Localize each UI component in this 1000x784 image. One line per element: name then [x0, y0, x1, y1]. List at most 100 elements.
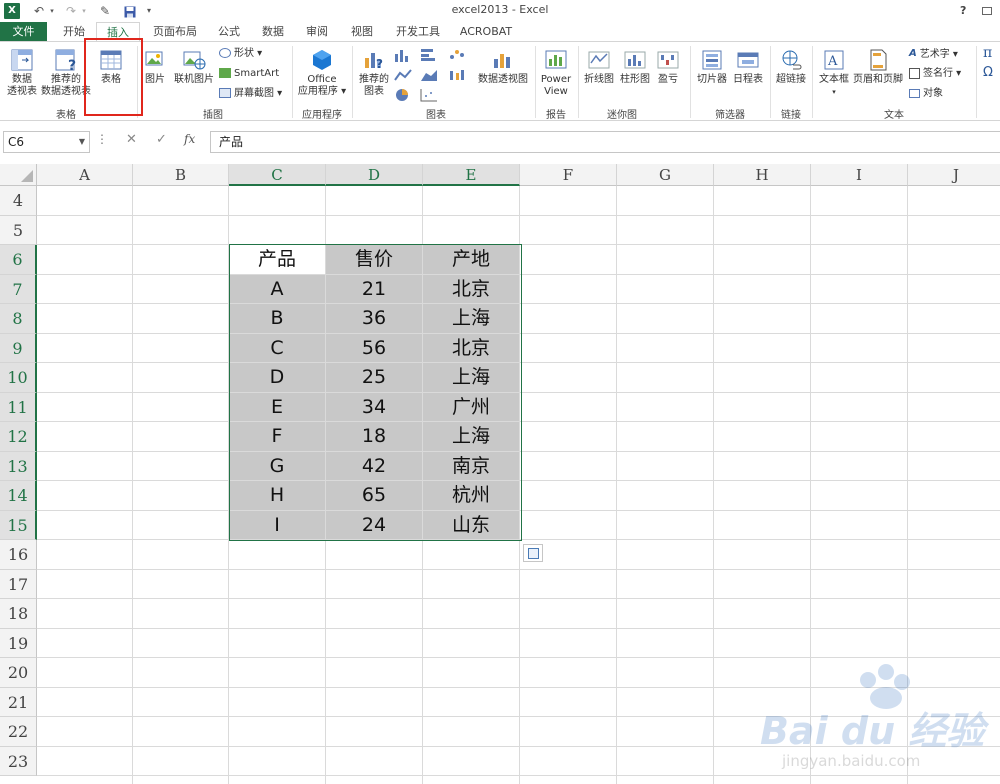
insert-function-icon[interactable]: fx: [184, 132, 195, 146]
row-header-12[interactable]: 12: [0, 422, 37, 452]
cell-e7[interactable]: 北京: [423, 274, 519, 303]
cell-e8[interactable]: 上海: [423, 304, 519, 333]
column-chart-button[interactable]: [394, 48, 412, 66]
row-header-22[interactable]: 22: [0, 717, 37, 747]
area-chart-button[interactable]: [420, 68, 438, 86]
select-all-button[interactable]: [0, 164, 37, 186]
cell-c10[interactable]: D: [229, 363, 325, 392]
stock-chart-button[interactable]: [448, 68, 466, 86]
name-box-dropdown-icon[interactable]: ▼: [79, 132, 85, 152]
cell-d15[interactable]: 24: [326, 510, 422, 539]
row-header-5[interactable]: 5: [0, 215, 37, 245]
bar-chart-button[interactable]: [420, 48, 438, 66]
row-header-20[interactable]: 20: [0, 658, 37, 688]
column-header-i[interactable]: I: [811, 164, 908, 186]
column-header-g[interactable]: G: [617, 164, 714, 186]
column-header-f[interactable]: F: [520, 164, 617, 186]
cell-c13[interactable]: G: [229, 451, 325, 480]
row-header-6[interactable]: 6: [0, 245, 37, 275]
enter-icon[interactable]: ✓: [156, 132, 167, 147]
header-footer-button[interactable]: 页眉和页脚: [852, 48, 904, 86]
formula-input[interactable]: 产品: [210, 131, 1000, 153]
smartart-button[interactable]: SmartArt: [219, 67, 279, 81]
cell-c11[interactable]: E: [229, 392, 325, 421]
shapes-button[interactable]: 形状 ▾: [219, 47, 262, 61]
cancel-icon[interactable]: ✕: [126, 132, 137, 147]
picture-button[interactable]: 图片: [141, 48, 169, 86]
column-header-h[interactable]: H: [714, 164, 811, 186]
hyperlink-button[interactable]: 超链接: [773, 48, 809, 86]
wordart-button[interactable]: A 艺术字 ▾: [909, 47, 958, 62]
row-header-19[interactable]: 19: [0, 628, 37, 658]
row-header-9[interactable]: 9: [0, 333, 37, 363]
screenshot-button[interactable]: 屏幕截图 ▾: [219, 87, 282, 101]
row-header-17[interactable]: 17: [0, 569, 37, 599]
line-chart-button[interactable]: [394, 68, 412, 86]
office-apps-button[interactable]: Office 应用程序 ▾: [296, 48, 348, 98]
cell-e14[interactable]: 杭州: [423, 481, 519, 510]
slicer-button[interactable]: 切片器: [694, 48, 730, 86]
row-header-7[interactable]: 7: [0, 274, 37, 304]
row-header-10[interactable]: 10: [0, 363, 37, 393]
symbol-button[interactable]: Ω: [983, 66, 993, 80]
cell-c14[interactable]: H: [229, 481, 325, 510]
tab-page-layout[interactable]: 页面布局: [148, 22, 202, 41]
textbox-button[interactable]: A 文本框 ▾: [816, 48, 852, 98]
column-header-a[interactable]: A: [37, 164, 133, 186]
cell-d8[interactable]: 36: [326, 304, 422, 333]
row-header-23[interactable]: 23: [0, 746, 37, 776]
cell-e6[interactable]: 产地: [423, 245, 519, 274]
row-header-16[interactable]: 16: [0, 540, 37, 570]
row-header-21[interactable]: 21: [0, 687, 37, 717]
help-button[interactable]: ?: [960, 2, 974, 20]
pivot-table-button[interactable]: 数据 透视表: [4, 48, 40, 98]
cell-c15[interactable]: I: [229, 510, 325, 539]
formula-bar-grip-icon[interactable]: ⋮: [96, 132, 108, 146]
tab-data[interactable]: 数据: [256, 22, 290, 41]
row-header-11[interactable]: 11: [0, 392, 37, 422]
cell-c7[interactable]: A: [229, 274, 325, 303]
sparkline-column-button[interactable]: 柱形图: [617, 48, 653, 86]
equation-button[interactable]: π: [983, 46, 992, 60]
more-charts-button[interactable]: [420, 88, 438, 106]
row-header-18[interactable]: 18: [0, 599, 37, 629]
pivot-chart-button[interactable]: 数据透视图: [474, 48, 532, 86]
row-header-15[interactable]: 15: [0, 510, 37, 540]
name-box[interactable]: C6 ▼: [3, 131, 90, 153]
cell-c9[interactable]: C: [229, 333, 325, 362]
tab-acrobat[interactable]: ACROBAT: [456, 22, 516, 41]
recommended-charts-button[interactable]: ? 推荐的 图表: [356, 48, 392, 98]
tab-file[interactable]: 文件: [0, 22, 47, 41]
cell-e12[interactable]: 上海: [423, 422, 519, 451]
row-header-8[interactable]: 8: [0, 304, 37, 334]
cell-e9[interactable]: 北京: [423, 333, 519, 362]
cell-c12[interactable]: F: [229, 422, 325, 451]
scatter-chart-button[interactable]: [448, 48, 466, 66]
sparkline-line-button[interactable]: 折线图: [581, 48, 617, 86]
cell-d6[interactable]: 售价: [326, 245, 422, 274]
tab-developer[interactable]: 开发工具: [392, 22, 444, 41]
sparkline-winloss-button[interactable]: 盈亏: [654, 48, 682, 86]
column-header-b[interactable]: B: [133, 164, 229, 186]
object-button[interactable]: 对象: [909, 87, 943, 101]
cell-d10[interactable]: 25: [326, 363, 422, 392]
cell-e13[interactable]: 南京: [423, 451, 519, 480]
timeline-button[interactable]: 日程表: [730, 48, 766, 86]
cell-d13[interactable]: 42: [326, 451, 422, 480]
cell-d12[interactable]: 18: [326, 422, 422, 451]
cell-c6[interactable]: 产品: [229, 245, 325, 274]
tab-view[interactable]: 视图: [345, 22, 379, 41]
cell-d9[interactable]: 56: [326, 333, 422, 362]
column-header-e[interactable]: E: [423, 164, 520, 186]
row-header-13[interactable]: 13: [0, 451, 37, 481]
cell-e11[interactable]: 广州: [423, 392, 519, 421]
online-picture-button[interactable]: 联机图片: [172, 48, 216, 86]
cell-e15[interactable]: 山东: [423, 510, 519, 539]
cell-c8[interactable]: B: [229, 304, 325, 333]
restore-window-icon[interactable]: [982, 7, 992, 15]
cell-d14[interactable]: 65: [326, 481, 422, 510]
spreadsheet-grid[interactable]: A B C D E F G H I J 4 5 6 7 8 9 10 11 12 13 14 15 16 17 18 19 20 21…: [0, 164, 1000, 784]
signature-line-button[interactable]: 签名行 ▾: [909, 67, 961, 81]
column-header-j[interactable]: J: [908, 164, 1000, 186]
pie-chart-button[interactable]: [394, 88, 412, 106]
